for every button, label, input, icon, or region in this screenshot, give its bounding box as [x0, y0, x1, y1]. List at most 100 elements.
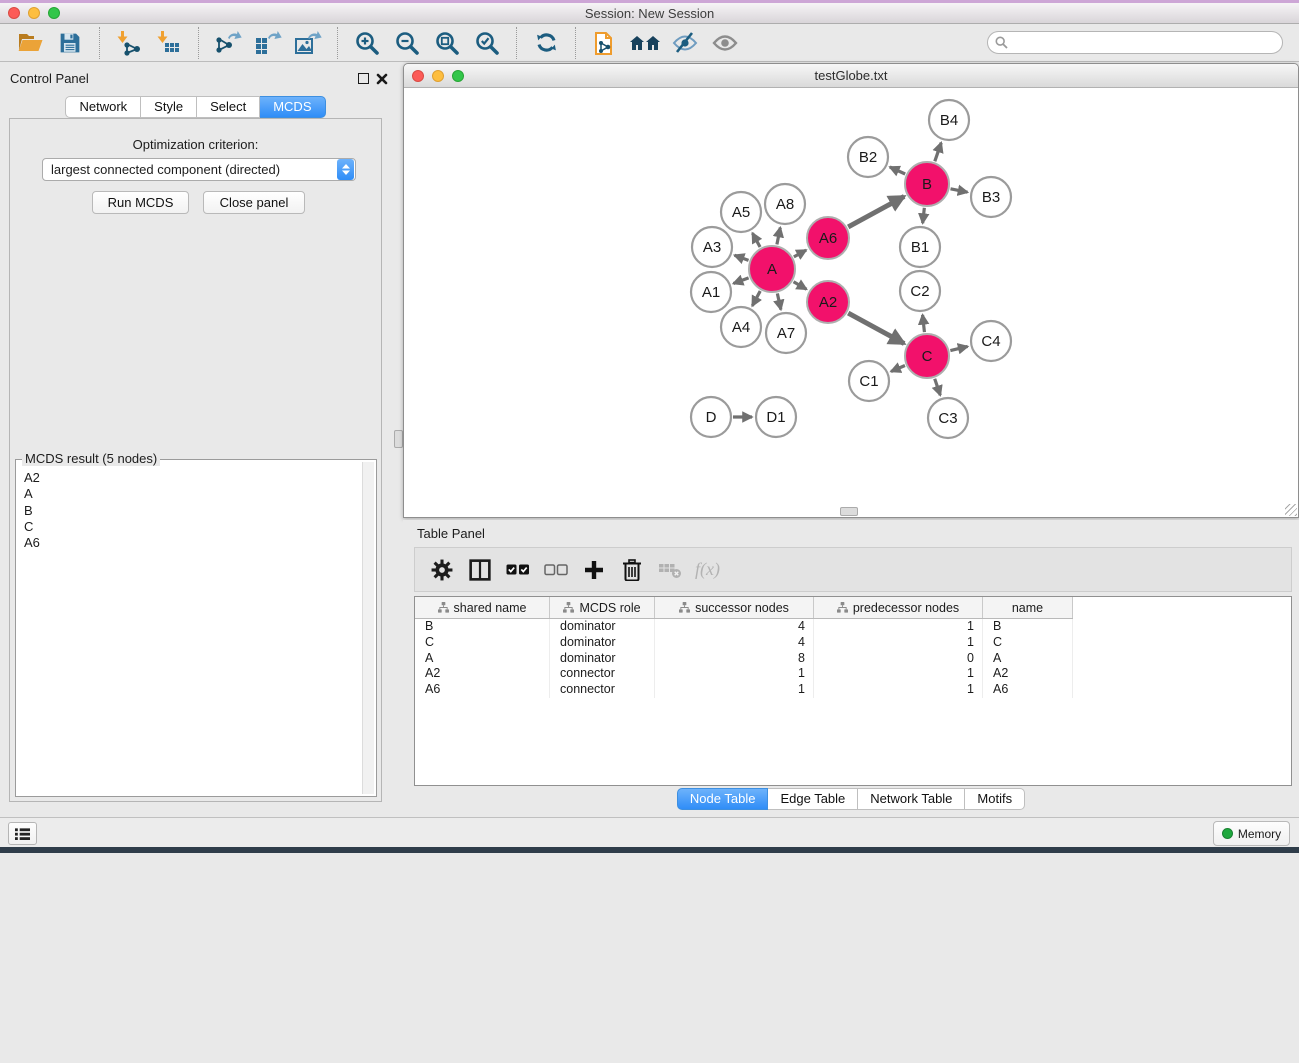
search-input[interactable] — [987, 31, 1283, 54]
mcds-result-item[interactable]: A — [24, 486, 361, 502]
criterion-dropdown[interactable]: largest connected component (directed) — [42, 158, 356, 181]
graph-edge-A-A2[interactable] — [794, 282, 807, 290]
graph-edge-C-C4[interactable] — [950, 346, 967, 350]
zoom-in-icon[interactable] — [351, 27, 383, 59]
close-panel-icon[interactable] — [376, 73, 388, 85]
graph-node-A1[interactable]: A1 — [691, 272, 731, 312]
cell-name[interactable]: B — [983, 619, 1073, 635]
float-panel-icon[interactable] — [358, 73, 369, 84]
graph-edge-A2-C[interactable] — [848, 313, 904, 344]
export-network-icon[interactable] — [212, 27, 244, 59]
graph-edge-A-A4[interactable] — [752, 291, 760, 306]
cell-successor-nodes[interactable]: 1 — [655, 666, 814, 682]
graph-node-C2[interactable]: C2 — [900, 271, 940, 311]
column-header-shared-name[interactable]: shared name — [415, 597, 550, 618]
cell-predecessor-nodes[interactable]: 1 — [814, 619, 983, 635]
graph-node-C3[interactable]: C3 — [928, 398, 968, 438]
cell-shared-name[interactable]: C — [415, 635, 550, 651]
column-header-successor-nodes[interactable]: successor nodes — [655, 597, 814, 618]
graph-edge-C-C2[interactable] — [923, 315, 925, 332]
graph-edge-B-B2[interactable] — [890, 167, 905, 174]
mcds-result-item[interactable]: C — [24, 519, 361, 535]
import-network-icon[interactable] — [113, 27, 145, 59]
graph-node-A8[interactable]: A8 — [765, 184, 805, 224]
cell-mcds-role[interactable]: dominator — [550, 635, 655, 651]
cell-successor-nodes[interactable]: 4 — [655, 635, 814, 651]
new-network-from-selection-icon[interactable] — [589, 27, 621, 59]
graph-node-C[interactable]: C — [905, 334, 949, 378]
cell-successor-nodes[interactable]: 4 — [655, 619, 814, 635]
cell-mcds-role[interactable]: connector — [550, 666, 655, 682]
tab-style[interactable]: Style — [141, 96, 197, 118]
mcds-result-item[interactable]: A6 — [24, 535, 361, 551]
graph-node-A7[interactable]: A7 — [766, 313, 806, 353]
graph-node-D[interactable]: D — [691, 397, 731, 437]
column-header-predecessor-nodes[interactable]: predecessor nodes — [814, 597, 983, 618]
show-all-icon[interactable] — [709, 27, 741, 59]
cell-mcds-role[interactable]: dominator — [550, 619, 655, 635]
graph-edge-B-B4[interactable] — [935, 143, 941, 162]
graph-node-B1[interactable]: B1 — [900, 227, 940, 267]
table-settings-gear-icon[interactable] — [427, 555, 457, 585]
first-neighbors-icon[interactable] — [629, 27, 661, 59]
hide-selected-icon[interactable] — [669, 27, 701, 59]
export-image-icon[interactable] — [292, 27, 324, 59]
cell-shared-name[interactable]: A — [415, 651, 550, 667]
graph-edge-B-B3[interactable] — [951, 189, 968, 192]
tab-motifs[interactable]: Motifs — [965, 788, 1025, 810]
graph-edge-A6-B[interactable] — [848, 196, 904, 227]
cell-predecessor-nodes[interactable]: 1 — [814, 666, 983, 682]
import-table-icon[interactable] — [153, 27, 185, 59]
memory-button[interactable]: Memory — [1213, 821, 1290, 846]
mcds-result-item[interactable]: A2 — [24, 470, 361, 486]
mcds-result-item[interactable]: B — [24, 503, 361, 519]
close-panel-button[interactable]: Close panel — [203, 191, 305, 214]
graph-node-C4[interactable]: C4 — [971, 321, 1011, 361]
zoom-out-icon[interactable] — [391, 27, 423, 59]
refresh-icon[interactable] — [530, 27, 562, 59]
graph-node-A4[interactable]: A4 — [721, 307, 761, 347]
graph-edge-A-A8[interactable] — [777, 228, 780, 245]
graph-node-B3[interactable]: B3 — [971, 177, 1011, 217]
column-header-mcds-role[interactable]: MCDS role — [550, 597, 655, 618]
graph-edge-C-C3[interactable] — [935, 379, 941, 396]
horizontal-splitter-handle[interactable] — [840, 507, 858, 516]
show-columns-icon[interactable] — [465, 555, 495, 585]
graph-node-A6[interactable]: A6 — [807, 217, 849, 259]
add-column-icon[interactable] — [579, 555, 609, 585]
graph-edge-A-A1[interactable] — [733, 278, 748, 284]
export-table-icon[interactable] — [252, 27, 284, 59]
deselect-all-rows-icon[interactable] — [541, 555, 571, 585]
cell-name[interactable]: A — [983, 651, 1073, 667]
tab-network-table[interactable]: Network Table — [858, 788, 965, 810]
cell-mcds-role[interactable]: dominator — [550, 651, 655, 667]
column-header-name[interactable]: name — [983, 597, 1073, 618]
zoom-fit-icon[interactable] — [431, 27, 463, 59]
cell-predecessor-nodes[interactable]: 0 — [814, 651, 983, 667]
cell-name[interactable]: A6 — [983, 682, 1073, 698]
cell-shared-name[interactable]: A2 — [415, 666, 550, 682]
graph-node-B[interactable]: B — [905, 162, 949, 206]
run-mcds-button[interactable]: Run MCDS — [92, 191, 189, 214]
graph-node-C1[interactable]: C1 — [849, 361, 889, 401]
graph-node-A5[interactable]: A5 — [721, 192, 761, 232]
graph-node-B2[interactable]: B2 — [848, 137, 888, 177]
graph-edge-A-A7[interactable] — [777, 293, 781, 309]
graph-node-A3[interactable]: A3 — [692, 227, 732, 267]
graph-node-B4[interactable]: B4 — [929, 100, 969, 140]
tab-edge-table[interactable]: Edge Table — [768, 788, 858, 810]
tab-node-table[interactable]: Node Table — [677, 788, 769, 810]
select-all-rows-icon[interactable] — [503, 555, 533, 585]
tab-select[interactable]: Select — [197, 96, 260, 118]
graph-edge-A-A5[interactable] — [752, 233, 760, 247]
window-resize-grip[interactable] — [1285, 504, 1297, 516]
cell-shared-name[interactable]: A6 — [415, 682, 550, 698]
cell-successor-nodes[interactable]: 8 — [655, 651, 814, 667]
graph-edge-C-C1[interactable] — [891, 365, 905, 371]
cell-name[interactable]: C — [983, 635, 1073, 651]
delete-column-trash-icon[interactable] — [617, 555, 647, 585]
graph-node-A2[interactable]: A2 — [807, 281, 849, 323]
graph-node-D1[interactable]: D1 — [756, 397, 796, 437]
tab-network[interactable]: Network — [65, 96, 141, 118]
cell-mcds-role[interactable]: connector — [550, 682, 655, 698]
